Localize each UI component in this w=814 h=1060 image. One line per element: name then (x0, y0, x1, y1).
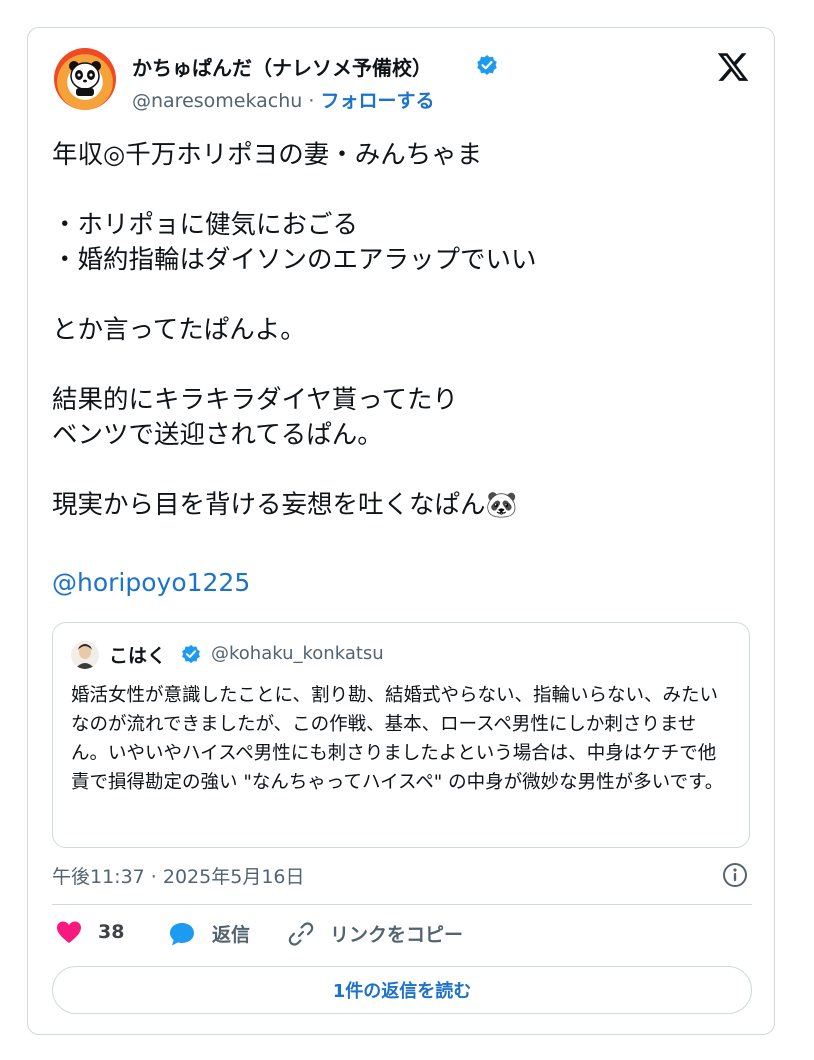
read-replies-button[interactable]: 1件の返信を読む (52, 966, 752, 1014)
quoted-tweet[interactable]: こはく @kohaku_konkatsu 婚活女性が意識したことに、割り勘、結婚… (52, 622, 750, 848)
read-replies-label: 1件の返信を読む (332, 981, 472, 1002)
copy-link-label: リンクをコピー (330, 924, 464, 946)
tweet-card: かちゅぱんだ（ナレソメ予備校） @naresomekachu · フォローする … (27, 27, 775, 1035)
copy-link-button[interactable]: リンクをコピー (288, 920, 463, 947)
speech-bubble-icon (170, 922, 194, 945)
quoted-author-avatar[interactable] (71, 641, 99, 669)
verified-badge-icon (182, 644, 200, 664)
author-avatar[interactable] (54, 48, 116, 110)
tweet-timestamp[interactable]: 午後11:37 · 2025年5月16日 (52, 862, 305, 889)
reply-label: 返信 (212, 924, 251, 946)
quoted-author-name: こはく (109, 645, 167, 667)
verified-badge-icon (477, 55, 497, 75)
quoted-author-handle: @kohaku_konkatsu (211, 643, 384, 664)
info-icon[interactable] (722, 862, 748, 888)
heart-icon (57, 921, 81, 943)
mention-link[interactable]: @horipoyo1225 (52, 568, 250, 597)
like-count: 38 (98, 921, 125, 943)
link-icon (288, 921, 314, 946)
quoted-tweet-text: 婚活女性が意識したことに、割り勘、結婚式やらない、指輪いらない、みたいなのが流れ… (71, 685, 724, 793)
separator-dot: · (308, 90, 315, 112)
follow-button[interactable]: フォローする (320, 90, 434, 112)
tweet-text: 年収◎千万ホリポヨの妻・みんちゃま ・ホリポョに健気におごる ・婚約指輪はダイソ… (52, 140, 537, 520)
person-avatar-icon (75, 644, 95, 669)
author-handle[interactable]: @naresomekachu (132, 90, 302, 112)
x-logo-icon[interactable] (716, 50, 750, 84)
reply-button[interactable]: 返信 (168, 920, 250, 947)
like-button[interactable]: 38 (56, 920, 124, 944)
author-handle-row: @naresomekachu · フォローする (132, 86, 435, 113)
panda-avatar-icon (69, 61, 101, 96)
author-name[interactable]: かちゅぱんだ（ナレソメ予備校） (132, 52, 432, 81)
divider (52, 904, 752, 905)
